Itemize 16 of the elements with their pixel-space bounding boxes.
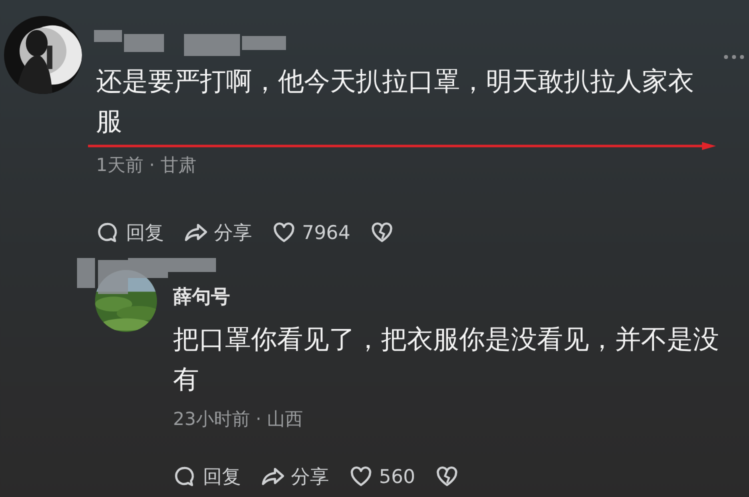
comment-meta: 1天前 · 甘肃	[96, 154, 198, 178]
like-button[interactable]: 7964	[272, 219, 350, 248]
share-button[interactable]: 分享	[184, 219, 252, 248]
heart-icon	[349, 464, 373, 489]
comment-meta: 23小时前 · 山西	[173, 408, 304, 432]
broken-heart-icon	[435, 464, 460, 489]
username[interactable]: 薛句号	[173, 283, 230, 312]
like-button[interactable]: 560	[349, 462, 416, 491]
reply-button[interactable]: 回复	[173, 462, 241, 491]
comment-text: 把口罩你看见了，把衣服你是没看见，并不是没有	[173, 324, 720, 396]
chat-bubble-icon	[173, 464, 197, 489]
comment-text: 还是要严打啊，他今天扒拉口罩，明天敢扒拉人家衣服	[96, 66, 695, 139]
reply-button[interactable]: 回复	[96, 219, 164, 248]
more-icon[interactable]	[723, 54, 745, 60]
share-button[interactable]: 分享	[261, 462, 329, 491]
dislike-button[interactable]	[435, 464, 460, 489]
